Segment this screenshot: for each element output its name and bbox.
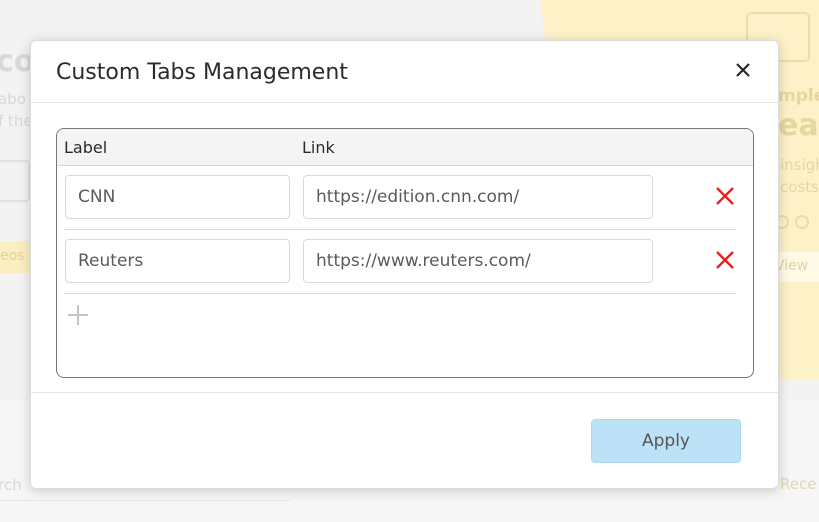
background-recent-tab: Rece bbox=[780, 475, 817, 493]
table-row bbox=[64, 230, 736, 294]
x-icon bbox=[716, 187, 734, 205]
tab-link-input[interactable] bbox=[303, 239, 653, 283]
close-icon bbox=[736, 63, 750, 77]
carousel-dot bbox=[795, 215, 809, 229]
dialog-title: Custom Tabs Management bbox=[56, 60, 348, 85]
background-text: f the bbox=[0, 112, 33, 130]
table-row bbox=[64, 166, 736, 230]
table-header: Label Link bbox=[57, 129, 753, 166]
plus-icon bbox=[68, 305, 88, 325]
background-search-underline bbox=[0, 500, 290, 501]
custom-tabs-dialog: Custom Tabs Management Label Link CNN ht… bbox=[30, 40, 779, 489]
dialog-header: Custom Tabs Management bbox=[31, 41, 778, 103]
column-header-label: Label bbox=[64, 138, 108, 157]
dialog-body: Label Link bbox=[31, 103, 778, 393]
background-text-right: costs bbox=[780, 178, 819, 196]
column-header-link: Link bbox=[302, 138, 335, 157]
apply-button[interactable]: Apply bbox=[591, 419, 741, 463]
add-row-button[interactable] bbox=[66, 303, 90, 327]
delete-row-button[interactable] bbox=[714, 249, 736, 271]
monitor-icon bbox=[0, 160, 30, 202]
tab-link-input[interactable] bbox=[303, 175, 653, 219]
delete-row-button[interactable] bbox=[714, 185, 736, 207]
tab-label-input[interactable] bbox=[65, 239, 290, 283]
x-icon bbox=[716, 251, 734, 269]
carousel-dots bbox=[775, 214, 815, 233]
background-search-hint: rch bbox=[0, 476, 22, 494]
background-button-label: eos bbox=[0, 248, 25, 264]
background-text-right: insigh bbox=[780, 156, 819, 174]
tab-label-input[interactable] bbox=[65, 175, 290, 219]
tabs-table: Label Link bbox=[56, 128, 754, 378]
background-text: abo bbox=[0, 90, 26, 108]
background-button: eos bbox=[0, 241, 34, 273]
close-button[interactable] bbox=[732, 59, 754, 81]
background-sample-text: mple bbox=[778, 86, 819, 106]
background-heading-right: eal bbox=[778, 108, 819, 143]
background-view-label: View bbox=[775, 258, 809, 274]
